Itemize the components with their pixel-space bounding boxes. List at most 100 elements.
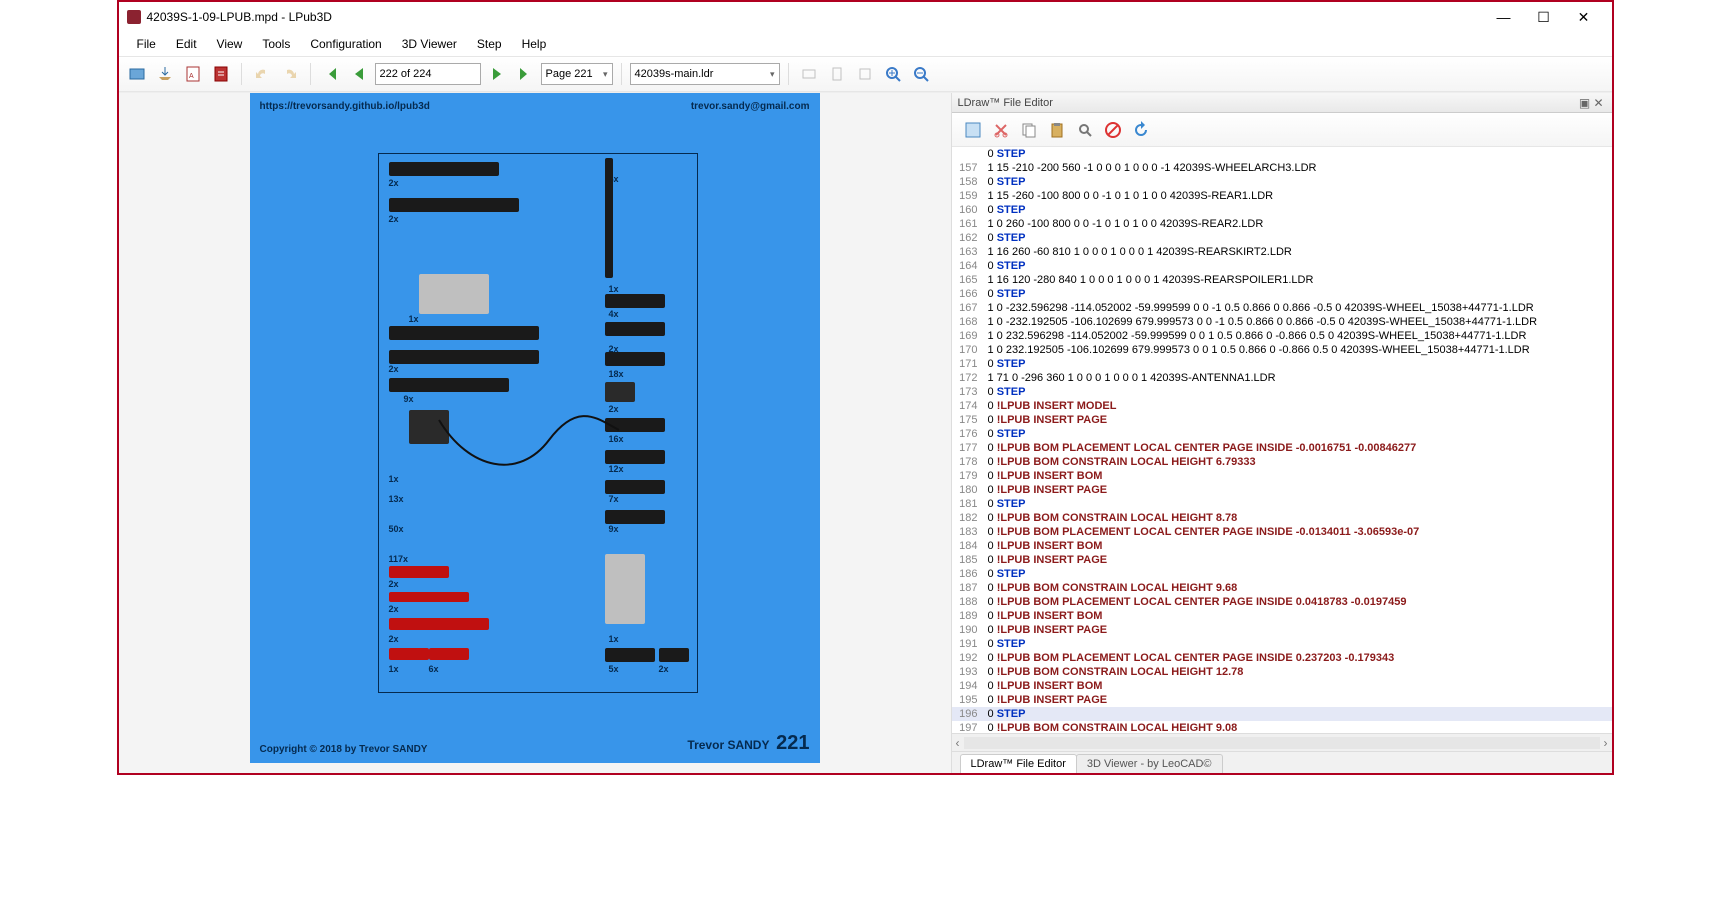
menu-help[interactable]: Help (514, 35, 555, 53)
bom-qty-label: 18x (609, 369, 624, 379)
code-line[interactable]: 1591 15 -260 -100 800 0 0 -1 0 1 0 1 0 0… (952, 189, 1612, 203)
code-line[interactable]: 1730 STEP (952, 385, 1612, 399)
code-line[interactable]: 1760 STEP (952, 427, 1612, 441)
prev-page-button[interactable] (347, 62, 371, 86)
fit-width-button[interactable] (797, 62, 821, 86)
code-line[interactable]: 1631 16 260 -60 810 1 0 0 0 1 0 0 0 1 42… (952, 245, 1612, 259)
menu-step[interactable]: Step (469, 35, 510, 53)
code-line[interactable]: 1900 !LPUB INSERT PAGE (952, 623, 1612, 637)
code-line[interactable]: 1910 STEP (952, 637, 1612, 651)
refresh-button[interactable] (1130, 119, 1152, 141)
code-line[interactable]: 1840 !LPUB INSERT BOM (952, 539, 1612, 553)
menu-configuration[interactable]: Configuration (302, 35, 389, 53)
code-line[interactable]: 1930 !LPUB BOM CONSTRAIN LOCAL HEIGHT 12… (952, 665, 1612, 679)
fit-page-button[interactable] (825, 62, 849, 86)
code-line[interactable]: 1691 0 232.596298 -114.052002 -59.999599… (952, 329, 1612, 343)
first-page-button[interactable] (319, 62, 343, 86)
minimize-button[interactable]: — (1484, 5, 1524, 29)
code-line[interactable]: 1600 STEP (952, 203, 1612, 217)
undo-button[interactable] (250, 62, 274, 86)
pane-float-button[interactable]: ▣ (1578, 96, 1592, 110)
code-line[interactable]: 0 STEP (952, 147, 1612, 161)
code-line[interactable]: 1820 !LPUB BOM CONSTRAIN LOCAL HEIGHT 8.… (952, 511, 1612, 525)
code-line[interactable]: 1780 !LPUB BOM CONSTRAIN LOCAL HEIGHT 6.… (952, 455, 1612, 469)
code-line[interactable]: 1970 !LPUB BOM CONSTRAIN LOCAL HEIGHT 9.… (952, 721, 1612, 733)
export-pdf-button[interactable]: A (181, 62, 205, 86)
code-line[interactable]: 1770 !LPUB BOM PLACEMENT LOCAL CENTER PA… (952, 441, 1612, 455)
zoom-out-button[interactable] (909, 62, 933, 86)
bom-qty-label: 9x (609, 524, 619, 534)
menu-view[interactable]: View (209, 35, 251, 53)
code-line[interactable]: 1860 STEP (952, 567, 1612, 581)
export-button[interactable] (153, 62, 177, 86)
select-all-button[interactable] (962, 119, 984, 141)
code-line[interactable]: 1800 !LPUB INSERT PAGE (952, 483, 1612, 497)
line-number: 187 (952, 581, 982, 595)
line-text: 1 0 232.192505 -106.102699 679.999573 0 … (982, 343, 1530, 357)
svg-text:A: A (189, 73, 194, 80)
delete-button[interactable] (1102, 119, 1124, 141)
paste-button[interactable] (1046, 119, 1068, 141)
page-combo[interactable]: Page 221 (541, 63, 613, 85)
code-line[interactable]: 1660 STEP (952, 287, 1612, 301)
export-image-button[interactable] (125, 62, 149, 86)
code-line[interactable]: 1870 !LPUB BOM CONSTRAIN LOCAL HEIGHT 9.… (952, 581, 1612, 595)
code-line[interactable]: 1830 !LPUB BOM PLACEMENT LOCAL CENTER PA… (952, 525, 1612, 539)
tab-ldraw-editor[interactable]: LDraw™ File Editor (960, 754, 1077, 773)
code-line[interactable]: 1701 0 232.192505 -106.102699 679.999573… (952, 343, 1612, 357)
next-page-button[interactable] (485, 62, 509, 86)
tab-3d-viewer[interactable]: 3D Viewer - by LeoCAD© (1076, 754, 1223, 773)
code-line[interactable]: 1880 !LPUB BOM PLACEMENT LOCAL CENTER PA… (952, 595, 1612, 609)
scroll-left-icon[interactable]: ‹ (956, 736, 960, 750)
menu-tools[interactable]: Tools (254, 35, 298, 53)
line-text: 0 !LPUB INSERT BOM (982, 539, 1103, 553)
code-line[interactable]: 1611 0 260 -100 800 0 0 -1 0 1 0 1 0 0 4… (952, 217, 1612, 231)
find-button[interactable] (1074, 119, 1096, 141)
menu-edit[interactable]: Edit (168, 35, 205, 53)
editor-hscroll[interactable]: ‹ › (952, 733, 1612, 751)
bom-part-icon (389, 648, 429, 660)
line-number: 178 (952, 455, 982, 469)
code-editor[interactable]: 0 STEP1571 15 -210 -200 560 -1 0 0 0 1 0… (952, 147, 1612, 733)
print-pdf-button[interactable] (209, 62, 233, 86)
redo-button[interactable] (278, 62, 302, 86)
code-line[interactable]: 1740 !LPUB INSERT MODEL (952, 399, 1612, 413)
maximize-button[interactable]: ☐ (1524, 5, 1564, 29)
scroll-right-icon[interactable]: › (1604, 736, 1608, 750)
instruction-page[interactable]: https://trevorsandy.github.io/lpub3d tre… (250, 93, 820, 763)
code-line[interactable]: 1620 STEP (952, 231, 1612, 245)
line-text: 0 !LPUB INSERT MODEL (982, 399, 1117, 413)
last-page-button[interactable] (513, 62, 537, 86)
menu-file[interactable]: File (129, 35, 164, 53)
code-line[interactable]: 1960 STEP (952, 707, 1612, 721)
line-text: 0 !LPUB BOM PLACEMENT LOCAL CENTER PAGE … (982, 651, 1395, 665)
scroll-track[interactable] (964, 737, 1600, 749)
code-line[interactable]: 1721 71 0 -296 360 1 0 0 0 1 0 0 0 1 420… (952, 371, 1612, 385)
code-line[interactable]: 1671 0 -232.596298 -114.052002 -59.99959… (952, 301, 1612, 315)
zoom-in-button[interactable] (881, 62, 905, 86)
code-line[interactable]: 1640 STEP (952, 259, 1612, 273)
copy-button[interactable] (1018, 119, 1040, 141)
code-line[interactable]: 1790 !LPUB INSERT BOM (952, 469, 1612, 483)
code-line[interactable]: 1571 15 -210 -200 560 -1 0 0 0 1 0 0 0 -… (952, 161, 1612, 175)
code-line[interactable]: 1950 !LPUB INSERT PAGE (952, 693, 1612, 707)
code-line[interactable]: 1750 !LPUB INSERT PAGE (952, 413, 1612, 427)
code-line[interactable]: 1920 !LPUB BOM PLACEMENT LOCAL CENTER PA… (952, 651, 1612, 665)
code-line[interactable]: 1580 STEP (952, 175, 1612, 189)
code-line[interactable]: 1651 16 120 -280 840 1 0 0 0 1 0 0 0 1 4… (952, 273, 1612, 287)
cut-button[interactable] (990, 119, 1012, 141)
code-line[interactable]: 1890 !LPUB INSERT BOM (952, 609, 1612, 623)
line-number: 161 (952, 217, 982, 231)
file-combo[interactable]: 42039s-main.ldr (630, 63, 780, 85)
menu-3d-viewer[interactable]: 3D Viewer (394, 35, 465, 53)
code-line[interactable]: 1710 STEP (952, 357, 1612, 371)
close-button[interactable]: ✕ (1564, 5, 1604, 29)
code-line[interactable]: 1681 0 -232.192505 -106.102699 679.99957… (952, 315, 1612, 329)
pane-close-button[interactable]: ✕ (1592, 96, 1606, 110)
code-line[interactable]: 1850 !LPUB INSERT PAGE (952, 553, 1612, 567)
actual-size-button[interactable] (853, 62, 877, 86)
code-line[interactable]: 1810 STEP (952, 497, 1612, 511)
code-line[interactable]: 1940 !LPUB INSERT BOM (952, 679, 1612, 693)
page-input[interactable] (375, 63, 481, 85)
line-number: 197 (952, 721, 982, 733)
